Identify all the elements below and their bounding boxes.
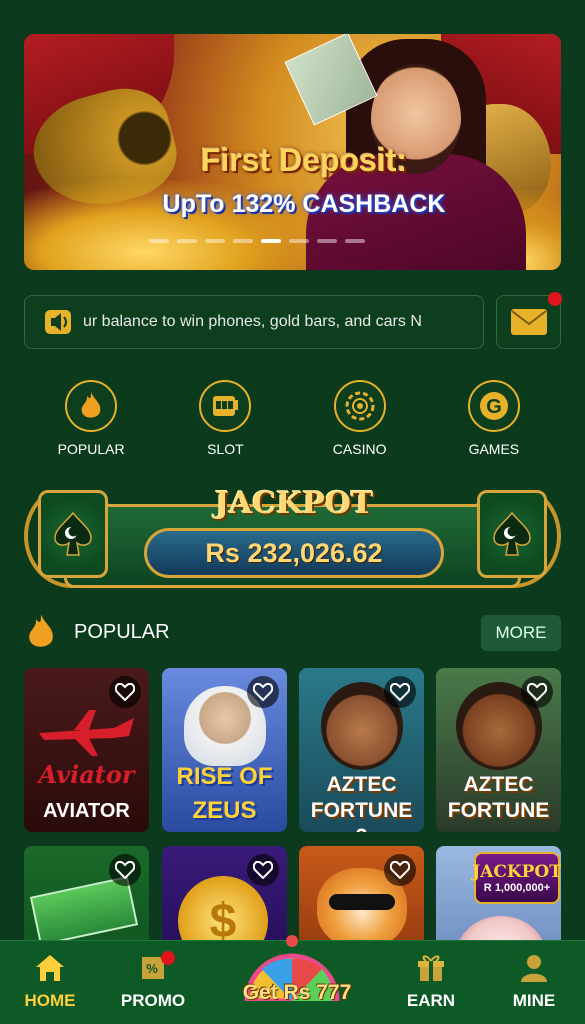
- jackpot-badge: JACKPOT R 1,000,000+: [472, 852, 561, 904]
- favorite-button[interactable]: [521, 676, 553, 708]
- favorite-button[interactable]: [384, 676, 416, 708]
- carousel-dot[interactable]: [317, 239, 337, 243]
- nav-label: MINE: [512, 991, 556, 1010]
- category-nav: POPULAR SLOT CASINO G GAMES: [24, 380, 561, 457]
- favorite-button[interactable]: [109, 854, 141, 886]
- more-button[interactable]: MORE: [481, 615, 561, 651]
- heart-icon: [115, 861, 135, 879]
- carousel-dot[interactable]: [345, 239, 365, 243]
- game-tile[interactable]: [24, 846, 149, 943]
- category-label: POPULAR: [57, 441, 125, 457]
- cash-stack-image: [29, 876, 139, 943]
- lucky-wheel-button[interactable]: Get Rs 777: [232, 931, 352, 1021]
- carousel-dot[interactable]: [233, 239, 253, 243]
- banner-subtitle: UpTo 132% CASHBACK: [162, 190, 446, 218]
- favorite-button[interactable]: [384, 854, 416, 886]
- notification-dot: [161, 951, 175, 965]
- game-grid: Aviator AVIATOR RISE OF ZEUS AZTEC FORTU…: [24, 668, 561, 943]
- announcement-marquee[interactable]: ur balance to win phones, gold bars, and…: [24, 295, 484, 349]
- banner-title: First Deposit:: [200, 142, 408, 178]
- popular-section-header: POPULAR MORE: [24, 612, 561, 652]
- home-icon: [36, 955, 64, 981]
- gift-icon: [418, 955, 444, 981]
- category-label: SLOT: [207, 441, 244, 457]
- notification-dot: [548, 292, 562, 306]
- nav-label: EARN: [406, 991, 456, 1010]
- slot-machine-icon: [213, 396, 239, 416]
- heart-icon: [390, 683, 410, 701]
- category-popular[interactable]: POPULAR: [36, 380, 146, 457]
- bottom-nav: HOME % PROMO Get Rs 777 EARN MINE: [0, 935, 585, 1024]
- flame-icon: [29, 614, 53, 647]
- game-tile[interactable]: RISE OF ZEUS: [162, 668, 287, 832]
- category-slot[interactable]: SLOT: [170, 380, 280, 457]
- carousel-dot[interactable]: [149, 239, 169, 243]
- game-tile[interactable]: AZTEC FORTUNE: [436, 668, 561, 832]
- game-name: AZTEC FORTUNE 2: [310, 773, 413, 832]
- category-games[interactable]: G GAMES: [439, 380, 549, 457]
- nav-label: HOME: [24, 991, 76, 1010]
- carousel-dot[interactable]: [205, 239, 225, 243]
- favorite-button[interactable]: [247, 676, 279, 708]
- plane-image: [39, 710, 134, 756]
- carousel-dot[interactable]: [177, 239, 197, 243]
- section-title: POPULAR: [74, 620, 170, 643]
- carousel-dot[interactable]: [289, 239, 309, 243]
- heart-icon: [253, 861, 273, 879]
- promo-banner[interactable]: First Deposit: UpTo 132% CASHBACK: [24, 34, 561, 270]
- jackpot-value: Rs 232,026.62: [205, 537, 383, 568]
- favorite-button[interactable]: [247, 854, 279, 886]
- category-label: CASINO: [332, 441, 387, 457]
- sunglasses-image: [329, 894, 395, 910]
- game-tile[interactable]: Aviator AVIATOR: [24, 668, 149, 832]
- game-tile[interactable]: $: [162, 846, 287, 943]
- nav-label: PROMO: [120, 991, 186, 1010]
- character-image: [456, 916, 546, 943]
- carousel-dot-active[interactable]: [261, 239, 281, 243]
- svg-text:G: G: [486, 396, 502, 418]
- get-bonus-label: Get Rs 777: [242, 981, 352, 1004]
- heart-icon: [115, 683, 135, 701]
- nav-promo[interactable]: % PROMO: [103, 951, 203, 1011]
- spade-moon-icon: [54, 511, 92, 556]
- heart-icon: [527, 683, 547, 701]
- game-art-text: Aviator: [38, 760, 135, 789]
- nav-mine[interactable]: MINE: [484, 953, 584, 1011]
- carousel-dots: [149, 239, 365, 243]
- heart-icon: [253, 683, 273, 701]
- game-name: AZTEC FORTUNE: [447, 773, 550, 822]
- svg-text:%: %: [146, 961, 158, 976]
- inbox-button[interactable]: [496, 292, 562, 349]
- game-tile[interactable]: AZTEC FORTUNE 2: [299, 668, 424, 832]
- category-label: GAMES: [468, 441, 520, 457]
- favorite-button[interactable]: [109, 676, 141, 708]
- game-name: RISE OF ZEUS: [176, 763, 273, 824]
- jackpot-badge-value: R 1,000,000+: [483, 882, 551, 894]
- casino-chip-icon: [345, 391, 375, 421]
- jackpot-badge-title: JACKPOT: [472, 862, 561, 882]
- nav-earn[interactable]: EARN: [381, 953, 481, 1011]
- g-letter-icon: G: [479, 392, 508, 420]
- heart-icon: [390, 861, 410, 879]
- marquee-text: ur balance to win phones, gold bars, and…: [83, 313, 422, 330]
- spade-moon-icon: [493, 511, 531, 556]
- spade-emblem-right: [477, 490, 547, 578]
- jackpot-title: JACKPOT: [214, 486, 374, 521]
- category-casino[interactable]: CASINO: [305, 380, 415, 457]
- flame-icon: [81, 392, 101, 418]
- jackpot-banner: JACKPOT Rs 232,026.62: [24, 484, 561, 588]
- nav-home[interactable]: HOME: [0, 953, 100, 1011]
- game-tile[interactable]: JACKPOT R 1,000,000+: [436, 846, 561, 943]
- game-name: AVIATOR: [43, 800, 130, 822]
- speaker-icon: [45, 310, 71, 334]
- user-icon: [521, 955, 547, 982]
- jackpot-value-box: Rs 232,026.62: [144, 528, 444, 578]
- envelope-icon: [510, 309, 547, 335]
- spade-emblem-left: [38, 490, 108, 578]
- game-tile[interactable]: [299, 846, 424, 943]
